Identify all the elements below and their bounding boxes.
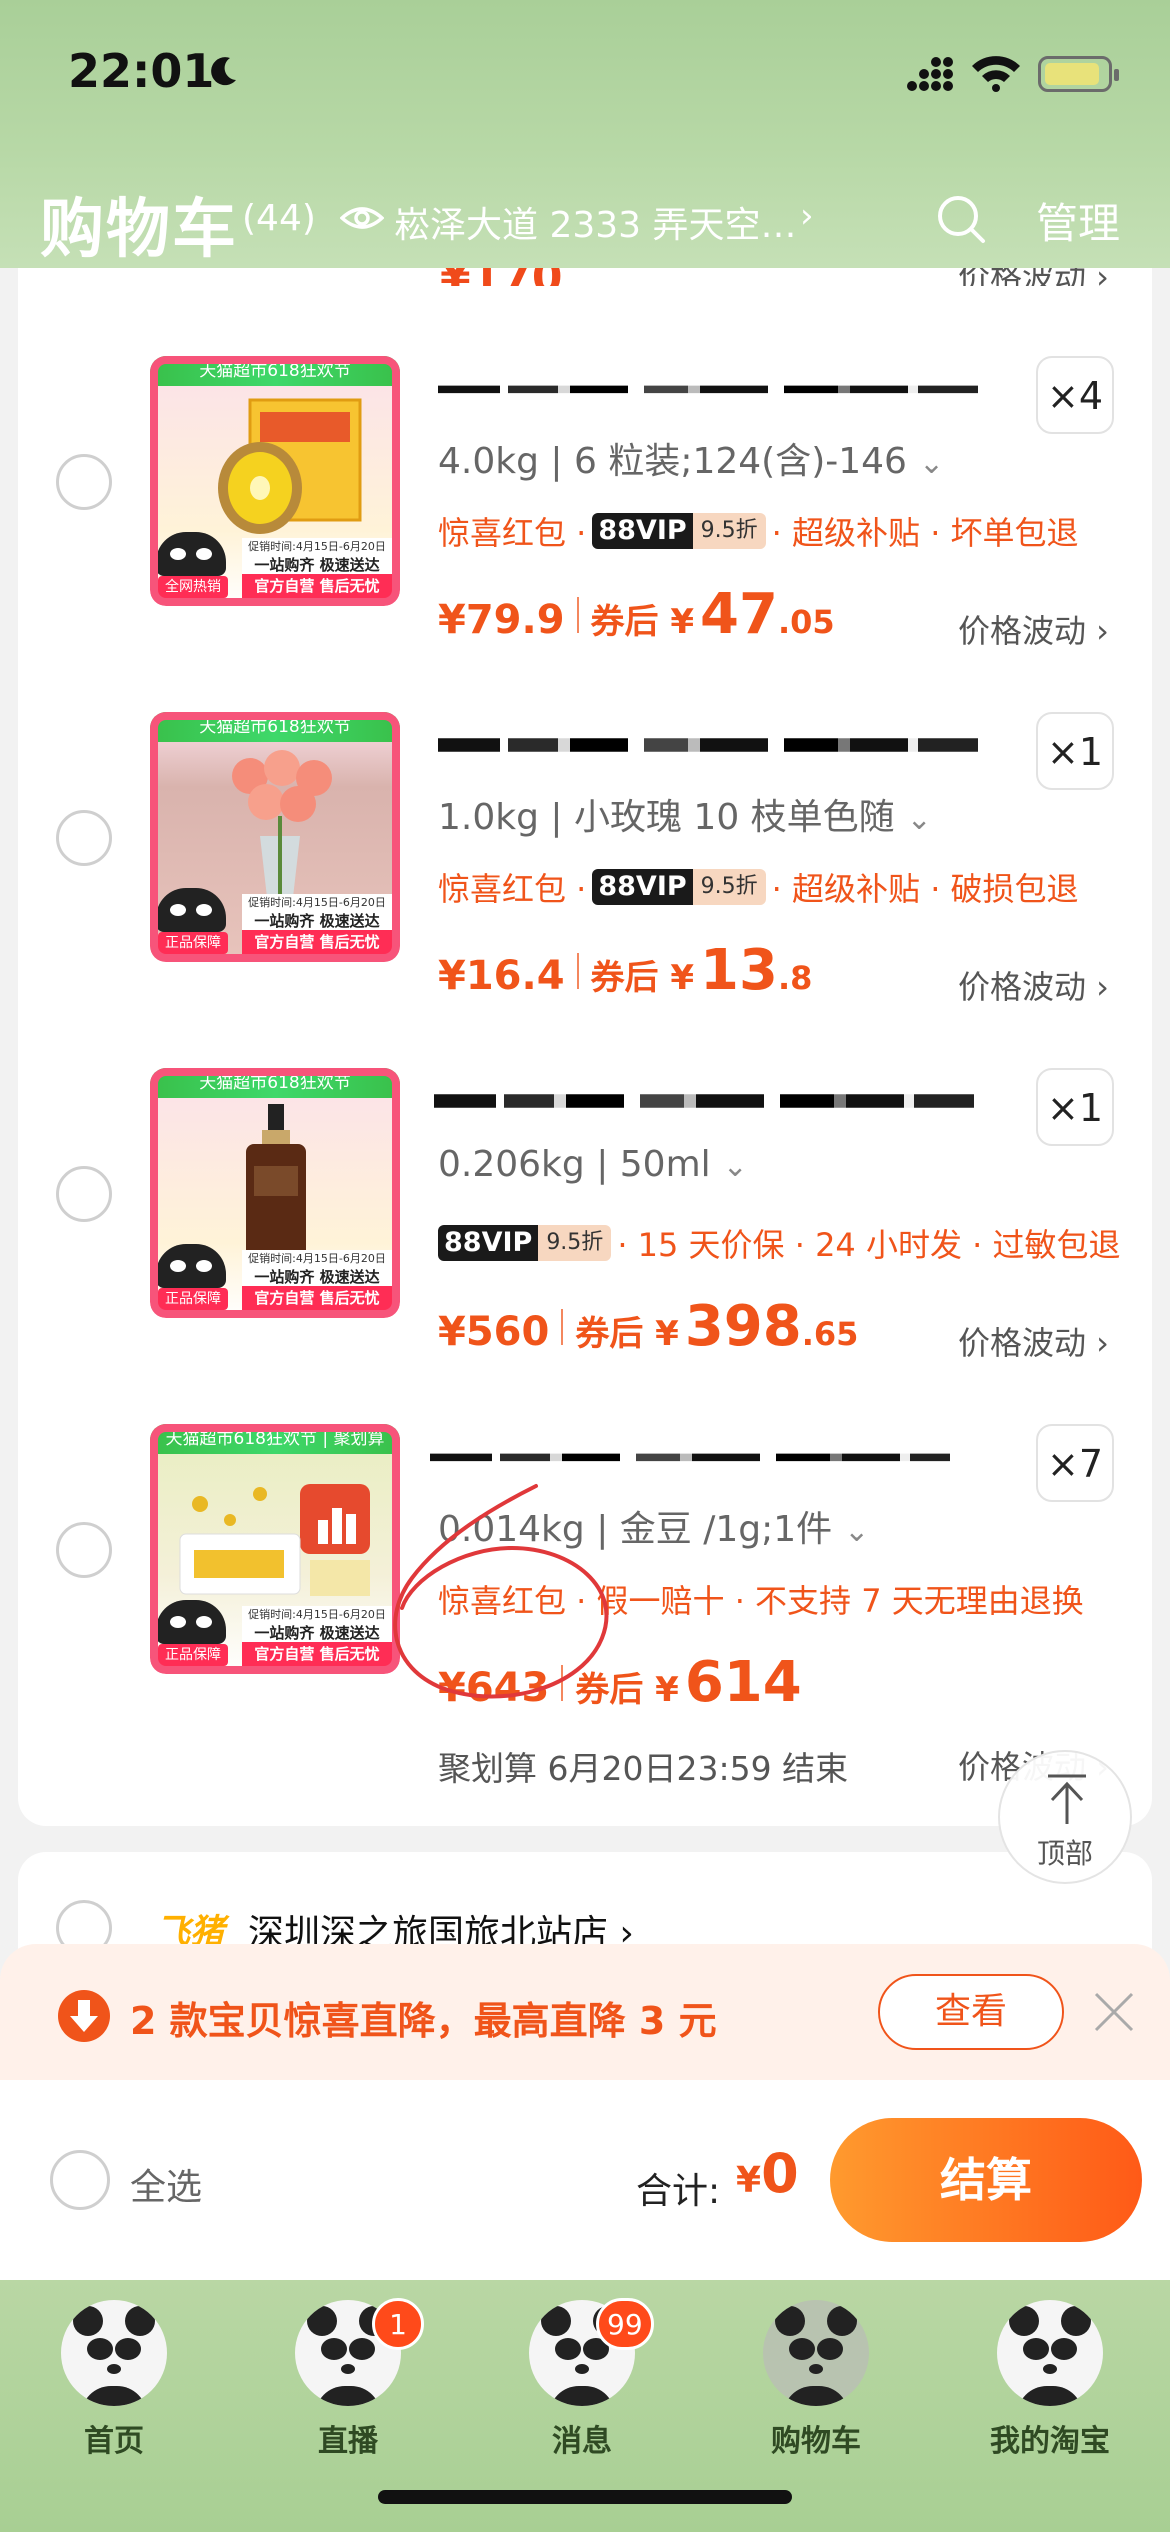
vip-badge: 88VIP 9.5折 <box>592 513 766 549</box>
top-header: 22:01 购物车 (44) 崧泽大道 2333 弄天空… › 管理 <box>0 0 1170 268</box>
tab-live[interactable]: 1 直播 <box>258 2298 438 2460</box>
checkout-bar: 全选 合计: ¥0 结算 <box>0 2080 1170 2280</box>
back-to-top-button[interactable]: 顶部 <box>998 1750 1132 1884</box>
vip-badge: 88VIP 9.5折 <box>438 1225 612 1261</box>
product-image[interactable]: 天猫超市618狂欢节 促销时间:4月15日-6月20日 一站购齐 极速送达 官方… <box>150 1068 400 1318</box>
price-drop-text: 2 款宝贝惊喜直降，最高直降 3 元 <box>130 1999 717 2043</box>
total-label: 合计: <box>636 2171 721 2212</box>
cart-count: (44) <box>242 198 316 239</box>
item-checkbox[interactable] <box>56 1166 112 1222</box>
promo-tags: 惊喜红包 · 88VIP 9.5折 · 超级补贴 · 坏单包退 <box>438 513 1079 552</box>
arrow-up-icon <box>1048 1774 1086 1824</box>
checkout-button[interactable]: 结算 <box>830 2118 1142 2242</box>
chevron-down-icon: ⌄ <box>844 1514 870 1549</box>
panda-home-icon <box>61 2300 167 2406</box>
manage-button[interactable]: 管理 <box>1036 190 1120 251</box>
eye-icon <box>340 207 384 229</box>
product-spec[interactable]: 1.0kg | 小玫瑰 10 枝单色随 ⌄ <box>438 788 932 840</box>
product-spec[interactable]: 4.0kg | 6 粒装;124(含)-146 ⌄ <box>438 432 944 484</box>
product-image[interactable]: 天猫超市618狂欢节 促销时间:4月15日-6月20日 一站购齐 极速送达 官方… <box>150 712 400 962</box>
delivery-address[interactable]: 崧泽大道 2333 弄天空… <box>394 196 797 248</box>
product-image[interactable]: 天猫超市618狂欢节 促销时间:4月15日-6月20日 一站购齐 极速送达 官方… <box>150 356 400 606</box>
promo-tags: 88VIP 9.5折 · 15 天价保 · 24 小时发 · 过敏包退 <box>438 1220 1120 1266</box>
cart-item-1: 天猫超市618狂欢节 促销时间:4月15日-6月20日 一站购齐 极速送达 官方… <box>0 356 1170 712</box>
chevron-down-icon: ⌄ <box>906 802 932 837</box>
red-scribble-annotation <box>393 1484 609 1699</box>
view-button[interactable]: 查看 <box>878 1974 1064 2050</box>
wifi-icon <box>972 56 1020 92</box>
tab-cart[interactable]: 购物车 <box>726 2300 906 2460</box>
chevron-down-icon: ⌄ <box>918 446 945 481</box>
tab-messages[interactable]: 99 消息 <box>492 2298 672 2460</box>
price-row: ¥16.4 券后 ¥ 13.8 <box>438 938 813 1003</box>
price-drop-banner: 2 款宝贝惊喜直降，最高直降 3 元 查看 <box>0 1944 1170 2080</box>
page-title: 购物车 <box>40 193 238 267</box>
battery-icon <box>1038 56 1119 92</box>
product-spec[interactable]: 0.206kg | 50ml ⌄ <box>438 1144 748 1185</box>
quantity-button[interactable]: ×7 <box>1036 1424 1114 1502</box>
chevron-down-icon: ⌄ <box>722 1149 748 1184</box>
live-badge: 1 <box>372 2298 424 2350</box>
home-indicator <box>378 2490 792 2504</box>
product-title-redacted[interactable] <box>438 738 978 752</box>
status-time: 22:01 <box>68 44 215 98</box>
search-icon[interactable] <box>934 192 988 246</box>
item-checkbox[interactable] <box>56 454 112 510</box>
product-title-redacted[interactable] <box>438 385 978 394</box>
product-title-redacted[interactable] <box>434 1094 974 1108</box>
close-icon[interactable] <box>1092 1990 1136 2034</box>
select-all-checkbox[interactable] <box>50 2150 110 2210</box>
price-drop-icon <box>58 1990 110 2042</box>
cart-item-3: 天猫超市618狂欢节 促销时间:4月15日-6月20日 一站购齐 极速送达 官方… <box>0 1068 1170 1424</box>
address-arrow-icon[interactable]: › <box>800 196 814 236</box>
quantity-button[interactable]: ×1 <box>1036 1068 1114 1146</box>
tab-home[interactable]: 首页 <box>24 2300 204 2460</box>
select-all-label[interactable]: 全选 <box>130 2158 202 2210</box>
juhuasuan-deadline: 聚划算 6月20日23:59 结束 <box>438 1749 849 1788</box>
signal-icon <box>907 57 953 91</box>
price-row: ¥560 券后 ¥ 398.65 <box>438 1294 859 1359</box>
price-fluctuation-link[interactable]: 价格波动 › <box>958 1318 1109 1364</box>
quantity-button[interactable]: ×4 <box>1036 356 1114 434</box>
price-row: ¥79.9 券后 ¥ 47.05 <box>438 582 835 647</box>
cart-item-2: 天猫超市618狂欢节 促销时间:4月15日-6月20日 一站购齐 极速送达 官方… <box>0 712 1170 1068</box>
price-fluctuation-link[interactable]: 价格波动 › <box>958 606 1109 652</box>
messages-badge: 99 <box>596 2298 654 2350</box>
product-title-redacted[interactable] <box>430 1453 950 1462</box>
price-fluctuation-link[interactable]: 价格波动 › <box>958 962 1109 1008</box>
tab-my-taobao[interactable]: 我的淘宝 <box>960 2300 1140 2460</box>
item-checkbox[interactable] <box>56 1522 112 1578</box>
promo-tags: 惊喜红包 · 88VIP 9.5折 · 超级补贴 · 破损包退 <box>438 869 1079 908</box>
product-image[interactable]: 天猫超市618狂欢节 | 聚划算 促销时间:4月15日-6月20日 一站购齐 极… <box>150 1424 400 1674</box>
moon-icon <box>211 57 236 86</box>
total-value: ¥0 <box>736 2142 799 2205</box>
panda-cart-icon <box>763 2300 869 2406</box>
vip-badge: 88VIP 9.5折 <box>592 869 766 905</box>
item-checkbox[interactable] <box>56 810 112 866</box>
panda-profile-icon <box>997 2300 1103 2406</box>
quantity-button[interactable]: ×1 <box>1036 712 1114 790</box>
